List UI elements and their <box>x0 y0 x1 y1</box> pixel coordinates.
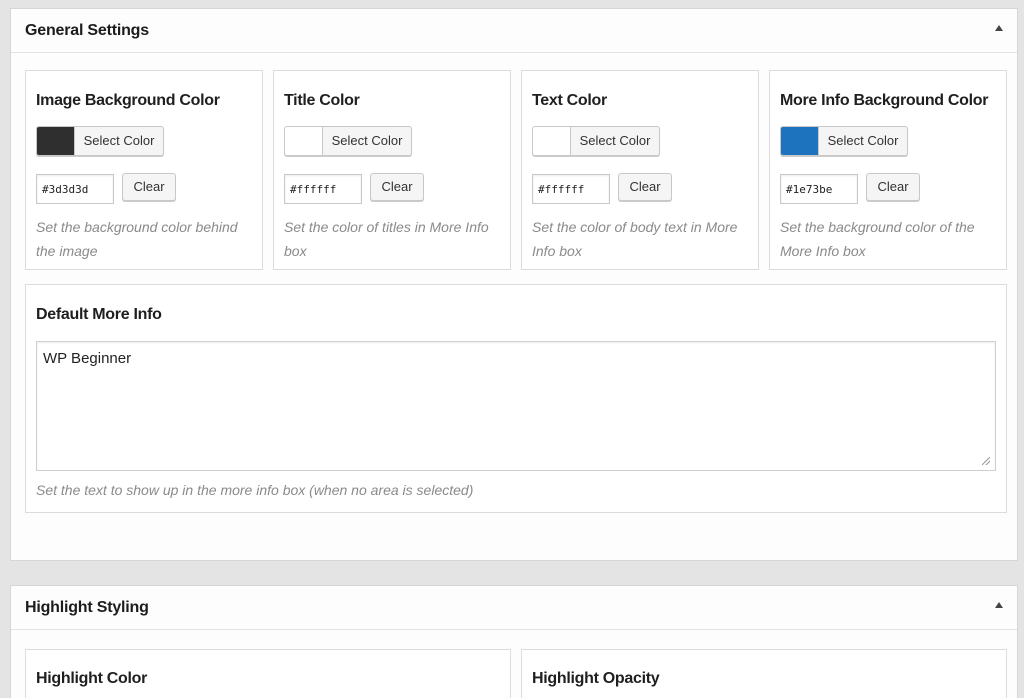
clear-button[interactable]: Clear <box>866 173 920 201</box>
panel-title: Highlight Styling <box>25 599 149 616</box>
clear-button[interactable]: Clear <box>370 173 424 201</box>
hex-input[interactable] <box>780 174 858 204</box>
card-description: Set the background color of the More Inf… <box>780 219 975 259</box>
collapse-toggle-icon[interactable] <box>995 602 1003 608</box>
select-color-button[interactable]: Select Color <box>284 126 412 156</box>
general-settings-header[interactable]: General Settings <box>11 9 1017 53</box>
hex-input[interactable] <box>36 174 114 204</box>
card-description: Set the background color behind the imag… <box>36 219 238 259</box>
panel-title: General Settings <box>25 22 149 39</box>
card-title-color: Title Color Select Color Clear Set the c… <box>273 70 511 270</box>
default-more-info-textarea[interactable]: WP Beginner <box>36 341 996 471</box>
card-image-background-color: Image Background Color Select Color Clea… <box>25 70 263 270</box>
card-title: Highlight Color <box>36 670 148 687</box>
color-swatch <box>533 127 571 155</box>
select-color-label: Select Color <box>827 133 899 148</box>
hex-input[interactable] <box>532 174 610 204</box>
color-swatch <box>285 127 323 155</box>
card-default-more-info: Default More Info WP Beginner Set the te… <box>25 284 1007 513</box>
general-settings-panel: General Settings Image Background Color … <box>10 8 1018 561</box>
color-swatch <box>37 127 75 155</box>
card-title: Image Background Color <box>36 92 220 109</box>
select-color-button[interactable]: Select Color <box>532 126 660 156</box>
card-description: Set the text to show up in the more info… <box>36 482 474 498</box>
card-highlight-opacity: Highlight Opacity <box>521 649 1007 698</box>
hex-input[interactable] <box>284 174 362 204</box>
clear-button[interactable]: Clear <box>122 173 176 201</box>
select-color-label: Select Color <box>331 133 403 148</box>
card-highlight-color: Highlight Color <box>25 649 511 698</box>
card-title: More Info Background Color <box>780 92 989 109</box>
clear-button[interactable]: Clear <box>618 173 672 201</box>
card-description: Set the color of body text in More Info … <box>532 219 738 259</box>
card-title: Highlight Opacity <box>532 670 660 687</box>
color-swatch <box>781 127 819 155</box>
highlight-styling-header[interactable]: Highlight Styling <box>11 586 1017 630</box>
card-description: Set the color of titles in More Info box <box>284 219 489 259</box>
highlight-styling-panel: Highlight Styling Highlight Color Highli… <box>10 585 1018 698</box>
resize-handle-icon[interactable] <box>982 457 990 465</box>
select-color-button[interactable]: Select Color <box>36 126 164 156</box>
card-title: Default More Info <box>36 306 162 323</box>
card-title: Text Color <box>532 92 607 109</box>
card-title: Title Color <box>284 92 360 109</box>
select-color-label: Select Color <box>83 133 155 148</box>
collapse-toggle-icon[interactable] <box>995 25 1003 31</box>
select-color-button[interactable]: Select Color <box>780 126 908 156</box>
select-color-label: Select Color <box>579 133 651 148</box>
card-more-info-background-color: More Info Background Color Select Color … <box>769 70 1007 270</box>
card-text-color: Text Color Select Color Clear Set the co… <box>521 70 759 270</box>
